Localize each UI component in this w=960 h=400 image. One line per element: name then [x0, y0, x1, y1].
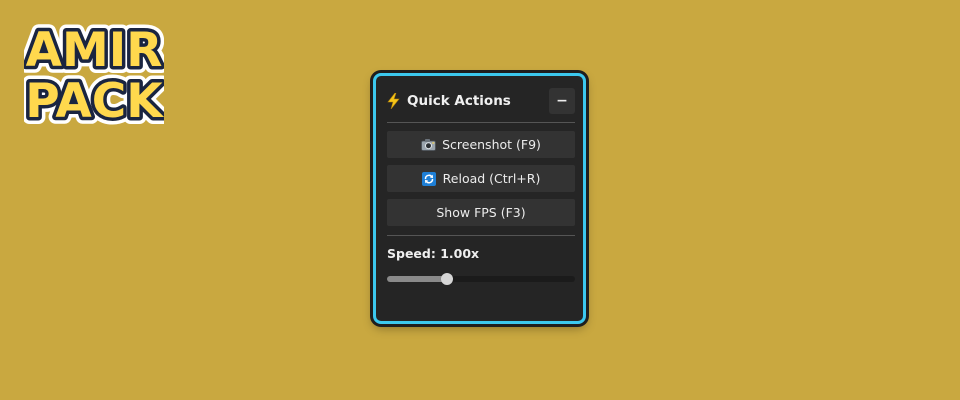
screenshot-button-label: Screenshot (F9) [442, 137, 541, 152]
actions-divider [387, 235, 575, 236]
reload-button-label: Reload (Ctrl+R) [442, 171, 541, 186]
reload-button[interactable]: Reload (Ctrl+R) [387, 165, 575, 192]
amir-pack-logo: AMIR AMIR AMIR PACK PACK PACK [24, 14, 164, 130]
speed-slider[interactable] [387, 273, 575, 285]
header-divider [387, 122, 575, 123]
refresh-icon [421, 172, 437, 186]
quick-actions-panel: Quick Actions − Screenshot (F9) Reload (… [373, 73, 586, 324]
screenshot-button[interactable]: Screenshot (F9) [387, 131, 575, 158]
panel-header: Quick Actions − [387, 86, 575, 116]
slider-thumb[interactable] [441, 273, 454, 285]
game-screen: AMIR AMIR AMIR PACK PACK PACK Quick Acti… [0, 0, 960, 400]
logo-text-line2: PACK [25, 74, 164, 129]
panel-title: Quick Actions [407, 93, 511, 109]
show-fps-button[interactable]: Show FPS (F3) [387, 199, 575, 226]
slider-fill [387, 276, 448, 282]
logo-text-line1: AMIR [26, 23, 163, 78]
show-fps-button-label: Show FPS (F3) [436, 205, 526, 220]
speed-label: Speed: 1.00x [387, 246, 480, 261]
camera-icon [421, 138, 436, 151]
collapse-button[interactable]: − [549, 88, 575, 114]
lightning-bolt-icon [387, 93, 401, 109]
